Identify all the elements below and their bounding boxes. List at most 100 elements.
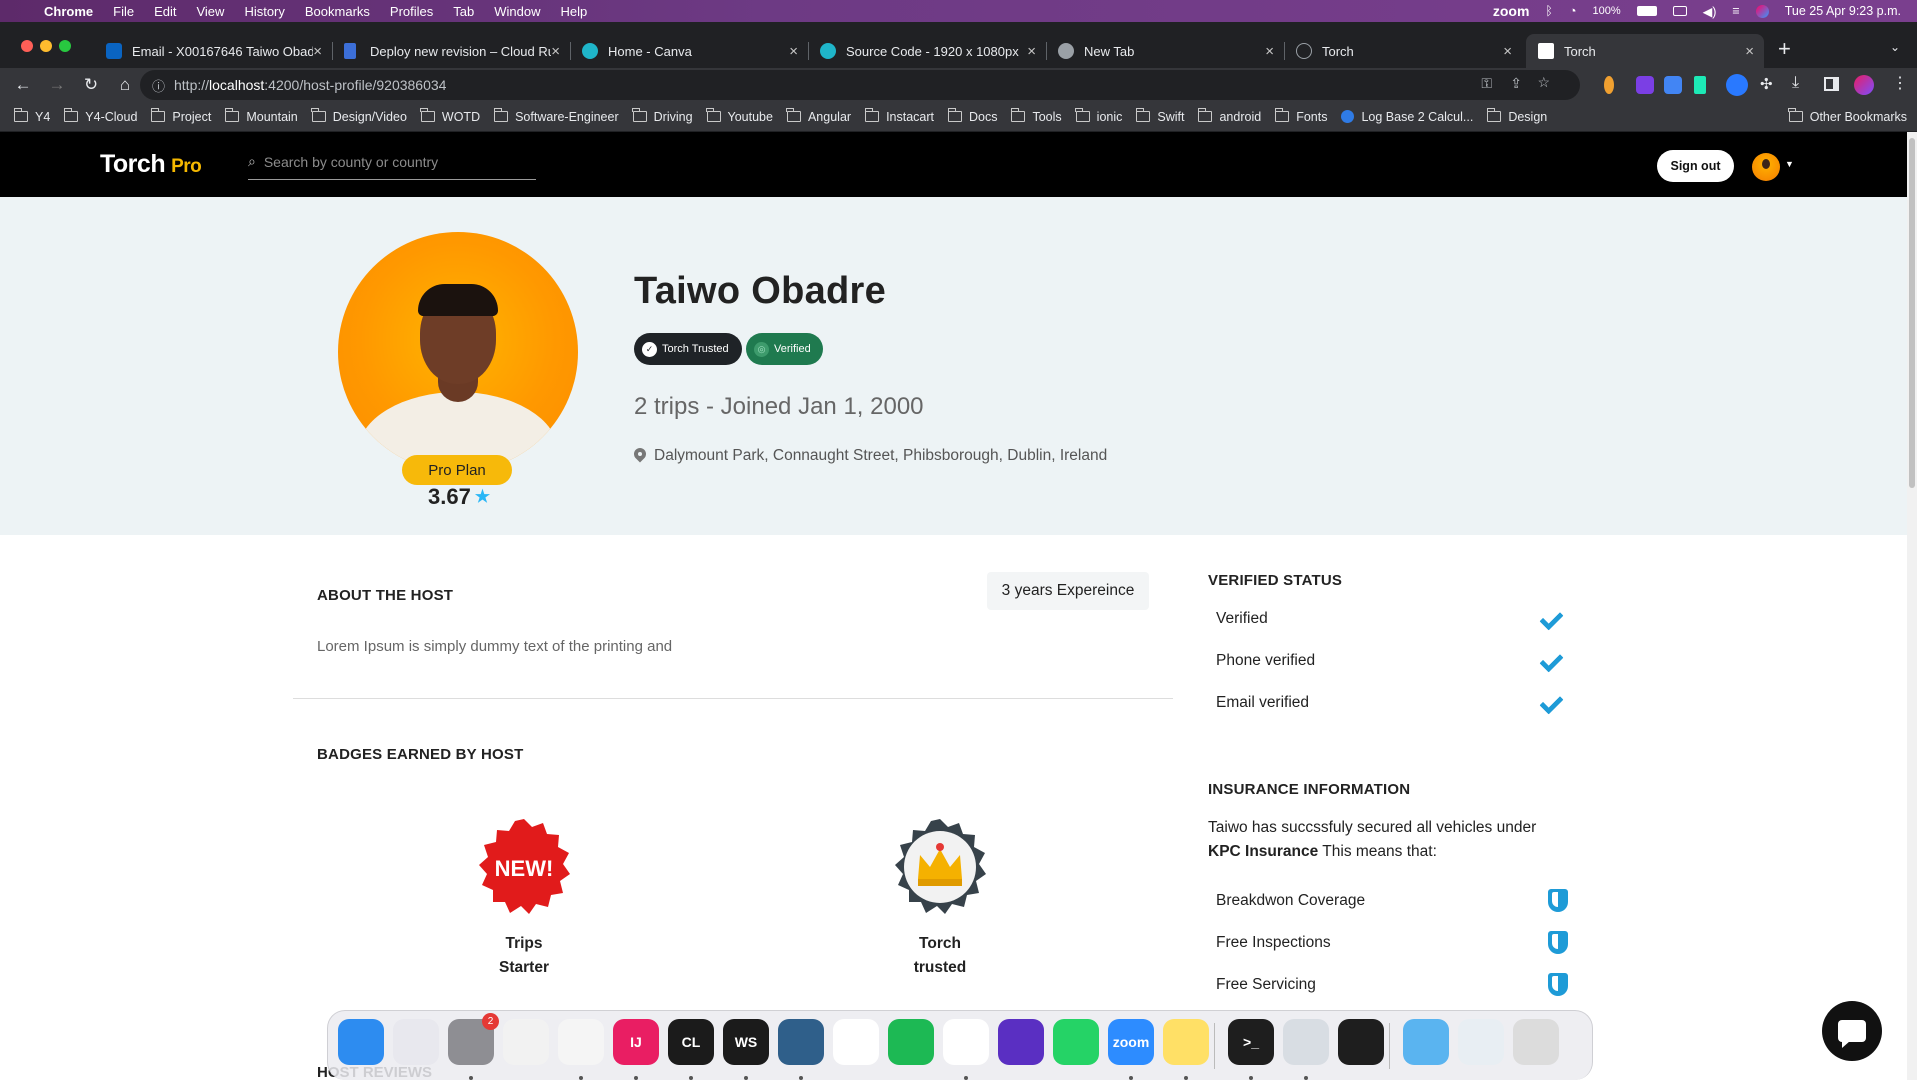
downloads-folder-app-icon[interactable]: [1403, 1019, 1449, 1065]
zoom-app-icon[interactable]: zoom: [1108, 1019, 1154, 1065]
close-icon[interactable]: ×: [1265, 43, 1274, 60]
clock[interactable]: Tue 25 Apr 9:23 p.m.: [1785, 4, 1901, 18]
bookmark-star-icon[interactable]: ☆: [1537, 74, 1550, 91]
page-scrollbar[interactable]: [1907, 132, 1917, 1080]
mysql-workbench-app-icon[interactable]: [778, 1019, 824, 1065]
preview-app-icon[interactable]: [1283, 1019, 1329, 1065]
menu-app-name[interactable]: Chrome: [44, 4, 93, 19]
screenshots-stack-app-icon[interactable]: [1458, 1019, 1504, 1065]
menu-view[interactable]: View: [196, 4, 224, 19]
extension-icon[interactable]: [1636, 76, 1654, 94]
close-icon[interactable]: ×: [789, 43, 798, 60]
bookmark-folder[interactable]: Tools: [1010, 108, 1062, 124]
menu-history[interactable]: History: [244, 4, 284, 19]
bookmark-link[interactable]: Log Base 2 Calcul...: [1341, 110, 1473, 124]
bookmark-folder[interactable]: Design/Video: [311, 108, 407, 124]
bookmark-folder[interactable]: Driving: [632, 108, 693, 124]
menu-profiles[interactable]: Profiles: [390, 4, 433, 19]
tab-source-code[interactable]: Source Code - 1920 x 1080px ×: [808, 34, 1047, 68]
tab-canva[interactable]: Home - Canva ×: [570, 34, 809, 68]
close-icon[interactable]: ×: [551, 43, 560, 60]
vscode-app-icon[interactable]: [558, 1019, 604, 1065]
close-icon[interactable]: ×: [1745, 43, 1754, 60]
extension-icon[interactable]: [1664, 76, 1682, 94]
home-icon[interactable]: ⌂: [110, 75, 140, 95]
bookmark-folder[interactable]: Design: [1486, 108, 1547, 124]
terminal-app-icon[interactable]: >_: [1228, 1019, 1274, 1065]
window-close-button[interactable]: [21, 40, 33, 52]
tab-cloud-run[interactable]: Deploy new revision – Cloud Run ×: [332, 34, 571, 68]
bookmark-folder[interactable]: WOTD: [420, 108, 480, 124]
bookmark-folder[interactable]: Project: [150, 108, 211, 124]
tab-search-chevron-icon[interactable]: ⌄: [1890, 40, 1900, 54]
menu-bookmarks[interactable]: Bookmarks: [305, 4, 370, 19]
bookmark-folder[interactable]: android: [1197, 108, 1261, 124]
notes-app-icon[interactable]: [1163, 1019, 1209, 1065]
finder-app-icon[interactable]: [338, 1019, 384, 1065]
share-icon[interactable]: ⇪: [1510, 75, 1522, 92]
user-avatar[interactable]: [1752, 153, 1780, 181]
battery-icon[interactable]: [1636, 6, 1657, 16]
bookmark-folder[interactable]: Youtube: [706, 108, 773, 124]
volume-icon[interactable]: ◀): [1703, 4, 1717, 19]
tab-new-tab[interactable]: New Tab ×: [1046, 34, 1285, 68]
extension-icon[interactable]: [1694, 76, 1706, 94]
dropdown-caret-icon[interactable]: ▼: [1785, 159, 1794, 169]
more-menu-icon[interactable]: ⋮: [1892, 73, 1908, 93]
new-tab-button[interactable]: +: [1778, 36, 1791, 62]
whatsapp-app-icon[interactable]: [1053, 1019, 1099, 1065]
webstorm-app-icon[interactable]: WS: [723, 1019, 769, 1065]
menu-window[interactable]: Window: [494, 4, 540, 19]
bookmark-folder[interactable]: ionic: [1075, 108, 1122, 124]
bookmark-folder[interactable]: Angular: [786, 108, 851, 124]
sidepanel-icon[interactable]: [1824, 77, 1839, 91]
photos-app-icon[interactable]: [503, 1019, 549, 1065]
tab-torch-active[interactable]: Torch ×: [1526, 34, 1764, 68]
reload-icon[interactable]: ↻: [76, 75, 106, 95]
address-bar[interactable]: ⓘ http://localhost:4200/host-profile/920…: [140, 70, 1580, 100]
battery-percent[interactable]: 100%: [1593, 5, 1621, 17]
extension-icon[interactable]: [1604, 76, 1614, 94]
tab-torch[interactable]: Torch ×: [1284, 34, 1522, 68]
chat-button[interactable]: [1822, 1001, 1882, 1061]
info-icon[interactable]: ⓘ: [152, 76, 165, 95]
spotify-app-icon[interactable]: [888, 1019, 934, 1065]
clion-app-icon[interactable]: CL: [668, 1019, 714, 1065]
window-minimize-button[interactable]: [40, 40, 52, 52]
sign-out-button[interactable]: Sign out: [1657, 150, 1734, 182]
back-icon[interactable]: ←: [8, 75, 38, 95]
close-icon[interactable]: ×: [313, 43, 322, 60]
download-icon[interactable]: ⤓: [1792, 74, 1799, 92]
wifi-icon[interactable]: ◔: [1569, 4, 1577, 18]
other-bookmarks[interactable]: Other Bookmarks: [1788, 108, 1907, 124]
menu-edit[interactable]: Edit: [154, 4, 176, 19]
bookmark-folder[interactable]: Mountain: [224, 108, 298, 124]
trash-app-icon[interactable]: [1513, 1019, 1559, 1065]
scrollbar-thumb[interactable]: [1909, 138, 1915, 488]
bookmark-folder[interactable]: Swift: [1135, 108, 1184, 124]
close-icon[interactable]: ×: [1503, 43, 1512, 60]
bookmark-folder[interactable]: Y4: [13, 108, 50, 124]
bookmark-folder[interactable]: Fonts: [1274, 108, 1327, 124]
puzzle-icon[interactable]: ✣: [1760, 75, 1773, 93]
window-zoom-button[interactable]: [59, 40, 71, 52]
home-app-icon[interactable]: [833, 1019, 879, 1065]
control-center-icon[interactable]: ≡: [1732, 4, 1739, 18]
bookmark-folder[interactable]: Y4-Cloud: [63, 108, 137, 124]
bookmark-folder[interactable]: Software-Engineer: [493, 108, 619, 124]
intellij-app-icon[interactable]: IJ: [613, 1019, 659, 1065]
firefox-app-icon[interactable]: [998, 1019, 1044, 1065]
zoom-status[interactable]: zoom: [1493, 3, 1530, 19]
menu-help[interactable]: Help: [561, 4, 588, 19]
bookmark-folder[interactable]: Instacart: [864, 108, 934, 124]
profile-icon[interactable]: [1854, 75, 1874, 95]
bookmark-folder[interactable]: Docs: [947, 108, 997, 124]
search-input[interactable]: [263, 153, 504, 170]
quicktime-app-icon[interactable]: [1338, 1019, 1384, 1065]
tab-email[interactable]: Email - X00167646 Taiwo Obadre ×: [94, 34, 333, 68]
menu-tab[interactable]: Tab: [453, 4, 474, 19]
forward-icon[interactable]: →: [42, 75, 72, 95]
launchpad-app-icon[interactable]: [393, 1019, 439, 1065]
chrome-app-icon[interactable]: [943, 1019, 989, 1065]
close-icon[interactable]: ×: [1027, 43, 1036, 60]
